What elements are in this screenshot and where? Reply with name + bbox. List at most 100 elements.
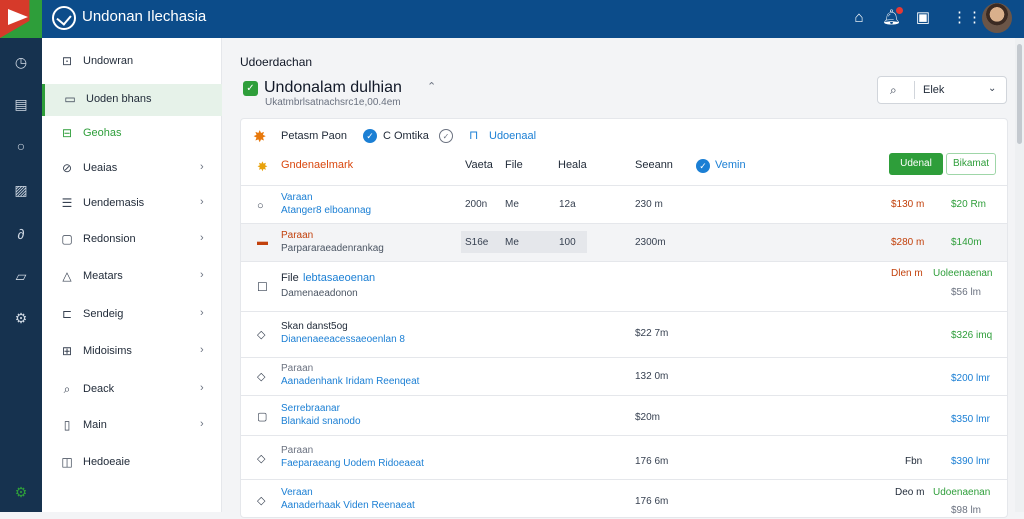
sidebar-item-main[interactable]: ▯ Main › bbox=[42, 410, 222, 442]
sidebar-item-geohas[interactable]: ⊟ Geohas bbox=[42, 118, 222, 150]
image-icon[interactable]: ▨ bbox=[11, 180, 31, 200]
sidebar-item-deack[interactable]: ⌕ Deack › bbox=[42, 374, 222, 406]
square-icon[interactable]: ▢ bbox=[257, 410, 267, 423]
sidebar-item-uoden-bhans[interactable]: ▭ Uoden bhans bbox=[42, 84, 222, 116]
main-content: Udoerdachan ✓ Undonalam dulhian ⌃ Ukatmb… bbox=[222, 38, 1024, 518]
search-filter[interactable]: ⌕ Elek ⌄ bbox=[877, 76, 1007, 104]
table-row[interactable]: ◇ Paraan Faeparaeang Uodem Ridoeaeat 176… bbox=[241, 435, 1007, 479]
sidebar-item-ueaias[interactable]: ⊘ Ueaias › bbox=[42, 153, 222, 185]
row-title: Skan danst5og bbox=[281, 321, 348, 332]
table-row[interactable]: ▬ Paraan Parpararaeadenrankag S16e Me 10… bbox=[241, 223, 1007, 261]
book-icon[interactable]: ▤ bbox=[11, 94, 31, 114]
sidebar-item-label: Midoisims bbox=[83, 345, 132, 357]
row-title: Paraan bbox=[281, 230, 314, 241]
column-header[interactable]: Heala bbox=[558, 159, 587, 171]
map-icon[interactable]: ▱ bbox=[11, 266, 31, 286]
toolbar-link[interactable]: Udoenaal bbox=[489, 130, 536, 142]
settings-green-icon[interactable]: ⚙ bbox=[11, 482, 31, 502]
sidebar: ⊡ Undowran ▭ Uoden bhans ⊟ Geohas ⊘ Ueai… bbox=[42, 38, 222, 512]
column-header[interactable]: Vaeta bbox=[465, 159, 493, 171]
table-row[interactable]: ○ Varaan Atanger8 elboannag 200n Me 12a … bbox=[241, 185, 1007, 223]
cell: 200n bbox=[465, 199, 488, 210]
row-subtitle[interactable]: Aanaderhaak Viden Reenaeat bbox=[281, 500, 415, 511]
table-row[interactable]: ☐ File lebtasaeoenan Damenaeadonon Dlen … bbox=[241, 261, 1007, 311]
row-subtitle[interactable]: Aanadenhank Iridam Reenqeat bbox=[281, 376, 419, 387]
window-icon[interactable]: ▣ bbox=[914, 9, 932, 27]
chevron-right-icon: › bbox=[200, 269, 204, 281]
search-icon[interactable]: ⌕ bbox=[890, 83, 897, 98]
column-header[interactable]: Gndenaelmark bbox=[281, 159, 353, 171]
chevron-right-icon: › bbox=[200, 232, 204, 244]
checkbox-icon[interactable]: ☐ bbox=[257, 280, 268, 294]
table-row[interactable]: ▢ Serrebraanar Blankaid snanodo $20m $35… bbox=[241, 395, 1007, 435]
filter-toggle-icon[interactable]: ✓ bbox=[439, 129, 453, 143]
amount: Dlen m bbox=[891, 268, 923, 279]
grid-icon[interactable]: ⋮⋮ bbox=[952, 9, 982, 27]
cell: 100 bbox=[559, 237, 576, 248]
app-logo-icon[interactable] bbox=[52, 6, 76, 30]
amount: $56 lm bbox=[951, 287, 982, 298]
sidebar-item-hedoeaie[interactable]: ◫ Hedoeaie bbox=[42, 447, 222, 479]
amount: $130 m bbox=[891, 199, 925, 210]
amount: $326 imq bbox=[951, 330, 993, 341]
chevron-right-icon: › bbox=[200, 344, 204, 356]
sidebar-item-uendemasis[interactable]: ☰ Uendemasis › bbox=[42, 188, 222, 220]
diamond-icon: ◇ bbox=[257, 329, 266, 341]
sidebar-item-meatars[interactable]: △ Meatars › bbox=[42, 261, 222, 293]
card-icon: ▭ bbox=[64, 92, 76, 106]
clock-icon[interactable]: ◷ bbox=[11, 52, 31, 72]
primary-button[interactable]: Udenal bbox=[889, 153, 943, 175]
cell: Me bbox=[505, 199, 519, 210]
table-row[interactable]: ◇ Paraan Aanadenhank Iridam Reenqeat 132… bbox=[241, 357, 1007, 395]
info-icon[interactable]: ✓ bbox=[363, 129, 377, 143]
row-subtitle[interactable]: Faeparaeang Uodem Ridoeaeat bbox=[281, 458, 424, 469]
row-title-link[interactable]: lebtasaeoenan bbox=[303, 272, 375, 284]
amount: Udoenaenan bbox=[933, 487, 991, 498]
row-title: File bbox=[281, 272, 299, 284]
sidebar-item-sendeig[interactable]: ⊏ Sendeig › bbox=[42, 299, 222, 331]
row-title[interactable]: Veraan bbox=[281, 487, 313, 498]
sidebar-item-undowran[interactable]: ⊡ Undowran bbox=[42, 46, 222, 78]
scrollbar-thumb[interactable] bbox=[1017, 44, 1022, 144]
avatar[interactable] bbox=[982, 3, 1012, 33]
file-icon: ⊞ bbox=[61, 344, 73, 358]
cell: $22 7m bbox=[635, 328, 669, 339]
filter-select-value[interactable]: Elek bbox=[923, 84, 944, 96]
amount: $350 lmr bbox=[951, 414, 990, 425]
list-icon: ☰ bbox=[61, 196, 73, 210]
flag-logo[interactable] bbox=[0, 0, 42, 38]
sidebar-item-redonsion[interactable]: ▢ Redonsion › bbox=[42, 224, 222, 256]
column-header[interactable]: Seeann bbox=[635, 159, 673, 171]
table-row[interactable]: ◇ Skan danst5og Dianenaeeacessaeoenlan 8… bbox=[241, 311, 1007, 357]
notification-icon[interactable]: 🔔︎ bbox=[882, 7, 903, 27]
lock-icon: ⊟ bbox=[61, 126, 73, 140]
row-title: Paraan bbox=[281, 363, 314, 374]
gear-icon[interactable]: ⚙ bbox=[11, 308, 31, 328]
chevron-up-icon[interactable]: ⌃ bbox=[427, 80, 436, 93]
home-icon[interactable]: ⌂ bbox=[850, 9, 868, 27]
row-subtitle[interactable]: Atanger8 elboannag bbox=[281, 205, 371, 216]
row-subtitle[interactable]: Blankaid snanodo bbox=[281, 416, 361, 427]
calendar-icon: ▢ bbox=[61, 232, 73, 246]
chevron-down-icon[interactable]: ⌄ bbox=[988, 83, 996, 94]
secondary-button[interactable]: Bikamat bbox=[946, 153, 996, 175]
sidebar-item-midoisims[interactable]: ⊞ Midoisims › bbox=[42, 336, 222, 368]
radio-icon[interactable]: ○ bbox=[257, 200, 264, 212]
check-icon: ✓ bbox=[243, 81, 258, 96]
link-icon[interactable]: ∂ bbox=[11, 224, 31, 244]
table-row[interactable]: ◇ Veraan Aanaderhaak Viden Reenaeat 176 … bbox=[241, 479, 1007, 519]
circle-icon[interactable]: ○ bbox=[11, 136, 31, 156]
column-header[interactable]: File bbox=[505, 159, 523, 171]
breadcrumb[interactable]: Udoerdachan bbox=[240, 55, 312, 69]
scrollbar[interactable] bbox=[1015, 38, 1024, 512]
cell: 2300m bbox=[635, 237, 666, 248]
amount: $140m bbox=[951, 237, 982, 248]
toolbar-filter[interactable]: C Omtika bbox=[383, 130, 429, 142]
chevron-right-icon: › bbox=[200, 196, 204, 208]
row-title[interactable]: Serrebraanar bbox=[281, 403, 340, 414]
sidebar-item-label: Geohas bbox=[83, 127, 122, 139]
column-header[interactable]: Vemin bbox=[715, 159, 746, 171]
star-icon: ✸ bbox=[253, 129, 267, 146]
row-subtitle[interactable]: Dianenaeeacessaeoenlan 8 bbox=[281, 334, 405, 345]
chevron-right-icon: › bbox=[200, 307, 204, 319]
